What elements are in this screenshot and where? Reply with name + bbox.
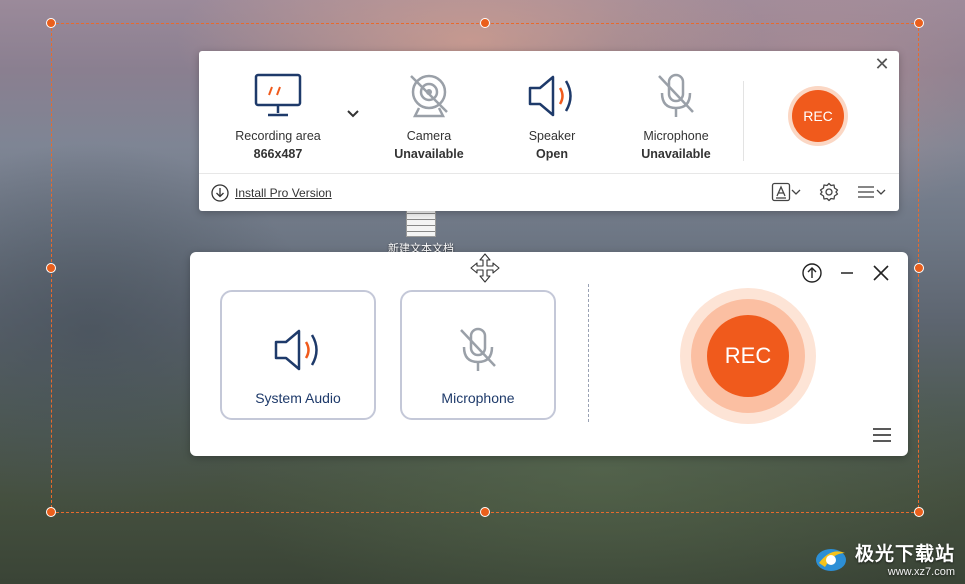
move-icon[interactable] (470, 253, 500, 283)
minimize-icon (841, 272, 853, 274)
site-watermark: 极光下载站 www.xz7.com (813, 539, 955, 578)
install-pro-link[interactable]: Install Pro Version (211, 184, 332, 202)
monitor-icon (254, 73, 302, 117)
minimize-button[interactable] (836, 262, 858, 284)
chevron-down-icon (876, 189, 886, 195)
arrow-up-circle-icon (802, 263, 822, 283)
rec-audio-button[interactable]: REC (680, 288, 816, 424)
hamburger-icon (873, 428, 891, 442)
hamburger-icon (858, 186, 874, 198)
panel-menu-button[interactable] (871, 424, 893, 446)
toolbar-divider (743, 81, 744, 161)
recording-area-label: Recording area (235, 129, 321, 143)
resize-handle-left[interactable] (46, 263, 56, 273)
system-audio-label: System Audio (255, 390, 341, 406)
camera-label: Camera (406, 129, 452, 143)
chevron-down-icon[interactable] (346, 109, 360, 119)
microphone-button[interactable]: Microphone Unavailable (621, 71, 731, 161)
settings-button[interactable] (819, 182, 839, 202)
microphone-label: Microphone (643, 129, 709, 143)
camera-status: Unavailable (394, 147, 464, 161)
gear-icon (819, 182, 839, 202)
resize-handle-top-right[interactable] (914, 18, 924, 28)
microphone-status: Unavailable (641, 147, 711, 161)
speaker-label: Speaker (528, 129, 576, 143)
upgrade-button[interactable] (801, 262, 823, 284)
download-circle-icon (211, 184, 229, 202)
text-box-icon (771, 182, 791, 202)
toolbar-footer: Install Pro Version (199, 173, 899, 211)
system-audio-toggle[interactable]: System Audio (220, 290, 376, 420)
watermark-title: 极光下载站 (854, 544, 955, 565)
speaker-status: Open (536, 147, 568, 161)
rec-audio-label: REC (707, 315, 789, 397)
recorder-toolbar: ✕ Recording area 866x487 Camera Unavaila… (199, 51, 899, 211)
watermark-logo-icon (815, 548, 846, 571)
watermark-url: www.xz7.com (887, 566, 955, 578)
menu-button[interactable] (857, 184, 887, 200)
camera-button[interactable]: Camera Unavailable (374, 71, 484, 161)
close-icon[interactable]: ✕ (873, 55, 891, 73)
audio-recorder-panel: System Audio Microphone REC (190, 252, 908, 456)
resize-handle-bottom-left[interactable] (46, 507, 56, 517)
speaker-button[interactable]: Speaker Open (497, 71, 607, 161)
speaker-icon (274, 329, 318, 371)
close-icon (873, 265, 889, 281)
install-pro-label: Install Pro Version (235, 186, 332, 200)
close-button[interactable] (870, 262, 892, 284)
recording-area-button[interactable]: Recording area 866x487 (223, 71, 333, 161)
microphone-off-icon (658, 73, 694, 117)
resize-handle-right[interactable] (914, 263, 924, 273)
resize-handle-bottom[interactable] (480, 507, 490, 517)
microphone-toggle-label: Microphone (441, 390, 515, 406)
resize-handle-top[interactable] (480, 18, 490, 28)
panel-divider (588, 284, 589, 422)
microphone-off-icon (460, 327, 496, 371)
watermark-text-button[interactable] (771, 182, 801, 202)
resize-handle-bottom-right[interactable] (914, 507, 924, 517)
rec-button[interactable]: REC (788, 86, 848, 146)
resize-handle-top-left[interactable] (46, 18, 56, 28)
recording-area-value: 866x487 (253, 147, 303, 161)
chevron-down-icon (791, 189, 801, 195)
rec-button-label: REC (792, 90, 844, 142)
camera-off-icon (410, 74, 448, 118)
microphone-toggle[interactable]: Microphone (400, 290, 556, 420)
speaker-icon (528, 75, 572, 117)
